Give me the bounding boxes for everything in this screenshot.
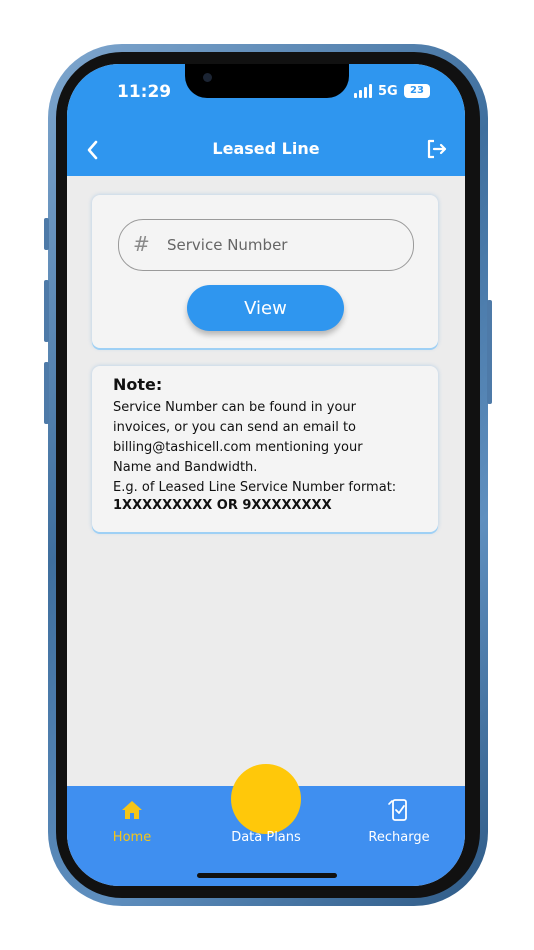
hash-icon: # [133, 232, 150, 256]
home-icon [122, 801, 142, 819]
phone-volume-down-button [44, 362, 49, 424]
nav-home-label: Home [112, 830, 152, 845]
network-type: 5G [378, 84, 398, 99]
note-line: invoices, or you can send an email to [113, 420, 356, 435]
note-card: Note: Service Number can be found in you… [92, 366, 438, 532]
note-line: Name and Bandwidth. [113, 460, 258, 475]
phone-mute-switch [44, 218, 49, 250]
home-indicator [197, 873, 337, 878]
note-title: Note: [113, 375, 163, 394]
note-line: E.g. of Leased Line Service Number forma… [113, 480, 397, 495]
status-time: 11:29 [117, 82, 172, 102]
note-text: Service Number can be found in your invo… [113, 398, 428, 498]
phone-volume-up-button [44, 280, 49, 342]
view-button[interactable]: View [187, 285, 344, 331]
recharge-icon [388, 799, 407, 821]
nav-data-plans-label[interactable]: Data Plans [216, 830, 316, 845]
service-number-format: 1XXXXXXXXX OR 9XXXXXXXX [113, 498, 332, 513]
search-card: # View [92, 195, 438, 348]
phone-power-button [487, 300, 492, 404]
nav-recharge-label: Recharge [368, 830, 430, 845]
nav-recharge[interactable]: Recharge [363, 798, 435, 845]
camera-notch [185, 64, 349, 98]
front-camera [203, 73, 212, 82]
logout-button[interactable] [423, 136, 449, 162]
data-plans-button[interactable] [231, 764, 301, 834]
note-line: Service Number can be found in your [113, 400, 357, 415]
logout-icon [427, 139, 447, 159]
nav-home[interactable]: Home [97, 798, 167, 845]
service-number-field[interactable]: # [118, 219, 414, 271]
app-header: Leased Line [67, 124, 465, 176]
service-number-input[interactable] [165, 228, 399, 262]
page-title: Leased Line [212, 139, 320, 158]
status-bar: 11:29 5G 23 [67, 64, 465, 124]
note-line: billing@tashicell.com mentioning your [113, 440, 363, 455]
battery-icon: 23 [404, 84, 430, 98]
phone-screen: 11:29 5G 23 Leased Line # Service Number… [67, 64, 465, 886]
signal-icon [354, 84, 376, 98]
